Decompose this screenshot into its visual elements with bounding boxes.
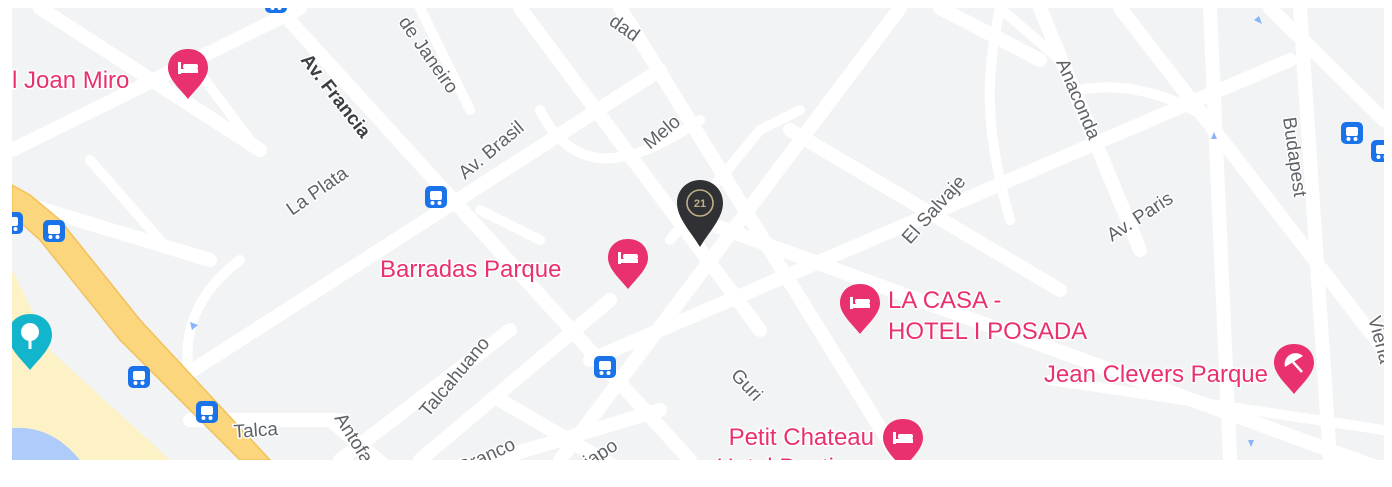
bus-stop-icon[interactable]: [425, 186, 447, 208]
bus-stop-icon[interactable]: [128, 366, 150, 388]
bus-stop-icon[interactable]: [196, 401, 218, 423]
poi-label-la-casa-line-2[interactable]: HOTEL I POSADA: [887, 317, 1089, 347]
marker-badge-text: 21: [694, 198, 706, 210]
poi-label-petit-chateau-line-1[interactable]: Petit Chateau: [727, 423, 875, 453]
street-label-talca: Talca: [233, 419, 279, 443]
bus-stop-icon[interactable]: [43, 220, 65, 242]
map-canvas[interactable]: Av. Francia Av. Brasil La Plata de Janei…: [0, 0, 1392, 487]
poi-label-la-casa-line-1[interactable]: LA CASA -: [887, 286, 1003, 316]
bus-stop-icon[interactable]: [1341, 122, 1363, 144]
bus-stop-icon[interactable]: [594, 356, 616, 378]
poi-label-joan-miro[interactable]: l Joan Miro: [11, 66, 131, 96]
poi-label-jean-clevers[interactable]: Jean Clevers Parque: [1042, 360, 1269, 390]
poi-label-barradas-parque[interactable]: Barradas Parque: [379, 255, 563, 285]
